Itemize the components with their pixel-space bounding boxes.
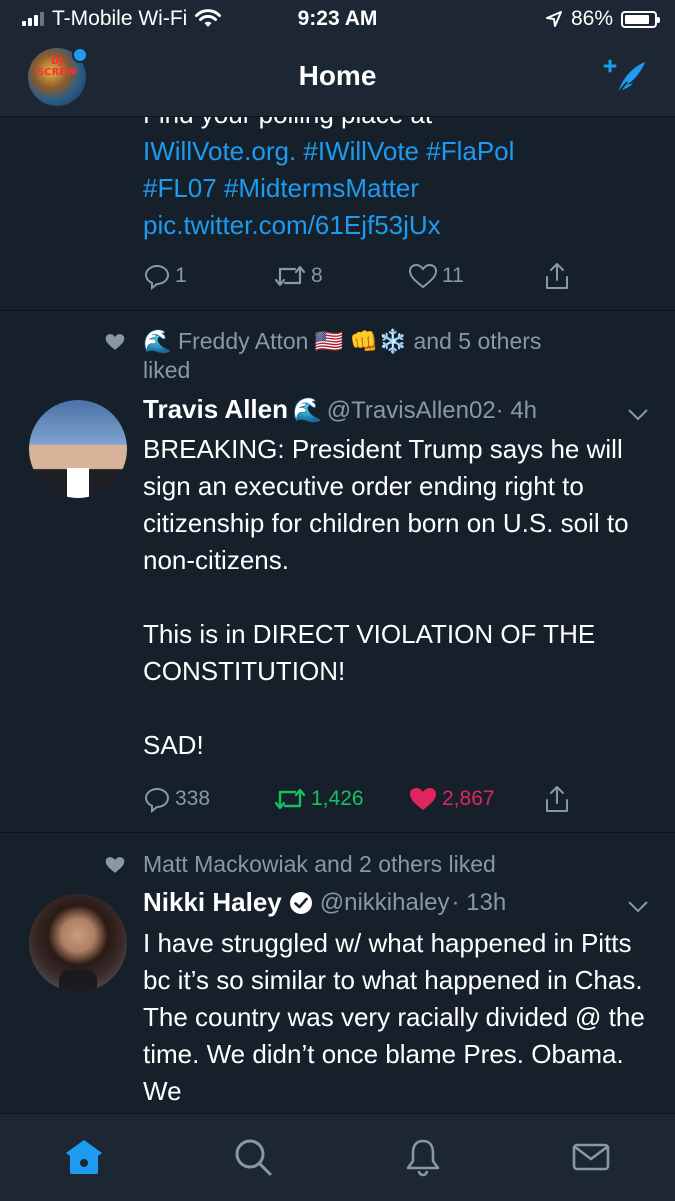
tweet-time: · 13h xyxy=(451,888,507,916)
author-name[interactable]: Travis Allen xyxy=(143,394,288,424)
reply-icon xyxy=(144,787,170,813)
bottom-tab-bar xyxy=(0,1113,675,1201)
like-button[interactable]: 2,867 xyxy=(408,785,543,813)
verified-badge-icon xyxy=(289,891,312,914)
retweet-button[interactable]: 8 xyxy=(273,262,408,290)
like-count: 11 xyxy=(442,264,464,287)
author-handle[interactable]: @nikkihaley xyxy=(320,889,450,917)
battery-percent: 86% xyxy=(570,7,613,30)
social-context: Matt Mackowiak and 2 others liked xyxy=(143,851,496,877)
retweet-button[interactable]: 1,426 xyxy=(273,785,408,813)
status-bar: T-Mobile Wi-Fi 9:23 AM 86% xyxy=(0,0,675,38)
page-title: Home xyxy=(298,60,377,91)
status-right: 86% xyxy=(545,7,660,31)
tweet-text: Find your polling place at IWillVote.org… xyxy=(143,116,653,244)
search-icon[interactable] xyxy=(232,1136,274,1178)
tweet-header: Travis Allen 🌊 @TravisAllen02· 4h xyxy=(143,394,537,425)
hashtag-midtermsmatter[interactable]: #MidtermsMatter xyxy=(224,173,419,203)
tweet-text: I have struggled w/ what happened in Pit… xyxy=(143,928,645,1106)
avatar-collar xyxy=(59,970,97,992)
avatar-shirt xyxy=(67,468,89,498)
chevron-down-icon[interactable] xyxy=(627,408,649,422)
liked-heart-icon xyxy=(105,857,125,873)
compose-feather-icon[interactable] xyxy=(601,56,649,98)
share-button[interactable] xyxy=(543,784,571,814)
like-button[interactable]: 11 xyxy=(408,262,543,290)
notifications-icon[interactable] xyxy=(402,1136,444,1178)
author-avatar[interactable] xyxy=(29,894,127,992)
like-count: 2,867 xyxy=(442,787,495,810)
author-handle[interactable]: @TravisAllen02 xyxy=(327,397,496,424)
share-icon xyxy=(546,263,568,289)
share-button[interactable] xyxy=(543,261,571,291)
hashtag-flapol[interactable]: #FlaPol xyxy=(426,136,514,166)
tweet-time: · 4h xyxy=(495,397,538,424)
tweet-text: BREAKING: President Trump says he will s… xyxy=(143,431,653,764)
hashtag-fl07[interactable]: #FL07 xyxy=(143,173,217,203)
author-emoji: 🌊 xyxy=(292,397,323,424)
location-arrow-icon xyxy=(545,11,562,27)
home-icon[interactable] xyxy=(63,1136,105,1178)
reply-icon xyxy=(144,264,170,290)
pic-link[interactable]: pic.twitter.com/61Ejf53jUx xyxy=(143,210,441,240)
tweet-paragraph: SAD! xyxy=(143,730,204,760)
author-name[interactable]: Nikki Haley xyxy=(143,887,282,918)
tweet-paragraph: This is in DIRECT VIOLATION OF THE CONST… xyxy=(143,619,596,686)
retweet-icon xyxy=(274,265,306,287)
reply-button[interactable]: 1 xyxy=(143,262,273,290)
social-context: 🌊 Freddy Atton 🇺🇸 👊❄️ and 5 others liked xyxy=(143,328,542,383)
top-navbar: DJ SCREW Home xyxy=(0,38,675,117)
tweet-actions: 338 1,426 2,867 xyxy=(143,784,571,814)
reply-button[interactable]: 338 xyxy=(143,785,273,813)
tweet-card[interactable]: Matt Mackowiak and 2 others liked Nikki … xyxy=(0,832,675,1113)
battery-icon xyxy=(621,10,660,28)
heart-icon xyxy=(408,263,438,289)
retweet-count: 8 xyxy=(311,264,323,287)
reply-count: 1 xyxy=(175,264,187,287)
link-iwillvote[interactable]: IWillVote.org. xyxy=(143,136,296,166)
tweet-actions: 1 8 11 xyxy=(143,261,571,291)
tweet-text-partial-line: Find your polling place at xyxy=(143,116,653,133)
tweet-card[interactable]: 🌊 Freddy Atton 🇺🇸 👊❄️ and 5 others liked… xyxy=(0,310,675,833)
tweet-header: Nikki Haley @nikkihaley · 13h xyxy=(143,887,506,918)
heart-filled-icon xyxy=(410,788,436,810)
hashtag-iwillvote[interactable]: #IWillVote xyxy=(303,136,419,166)
liked-heart-icon xyxy=(105,334,125,350)
tweet-paragraph: BREAKING: President Trump says he will s… xyxy=(143,434,629,575)
retweet-count: 1,426 xyxy=(311,787,364,810)
share-icon xyxy=(546,786,568,812)
author-avatar[interactable] xyxy=(29,400,127,498)
messages-icon[interactable] xyxy=(570,1136,612,1178)
tweet-card[interactable]: Find your polling place at IWillVote.org… xyxy=(0,116,675,311)
reply-count: 338 xyxy=(175,787,211,810)
chevron-down-icon[interactable] xyxy=(627,900,649,914)
retweet-icon xyxy=(274,788,306,810)
